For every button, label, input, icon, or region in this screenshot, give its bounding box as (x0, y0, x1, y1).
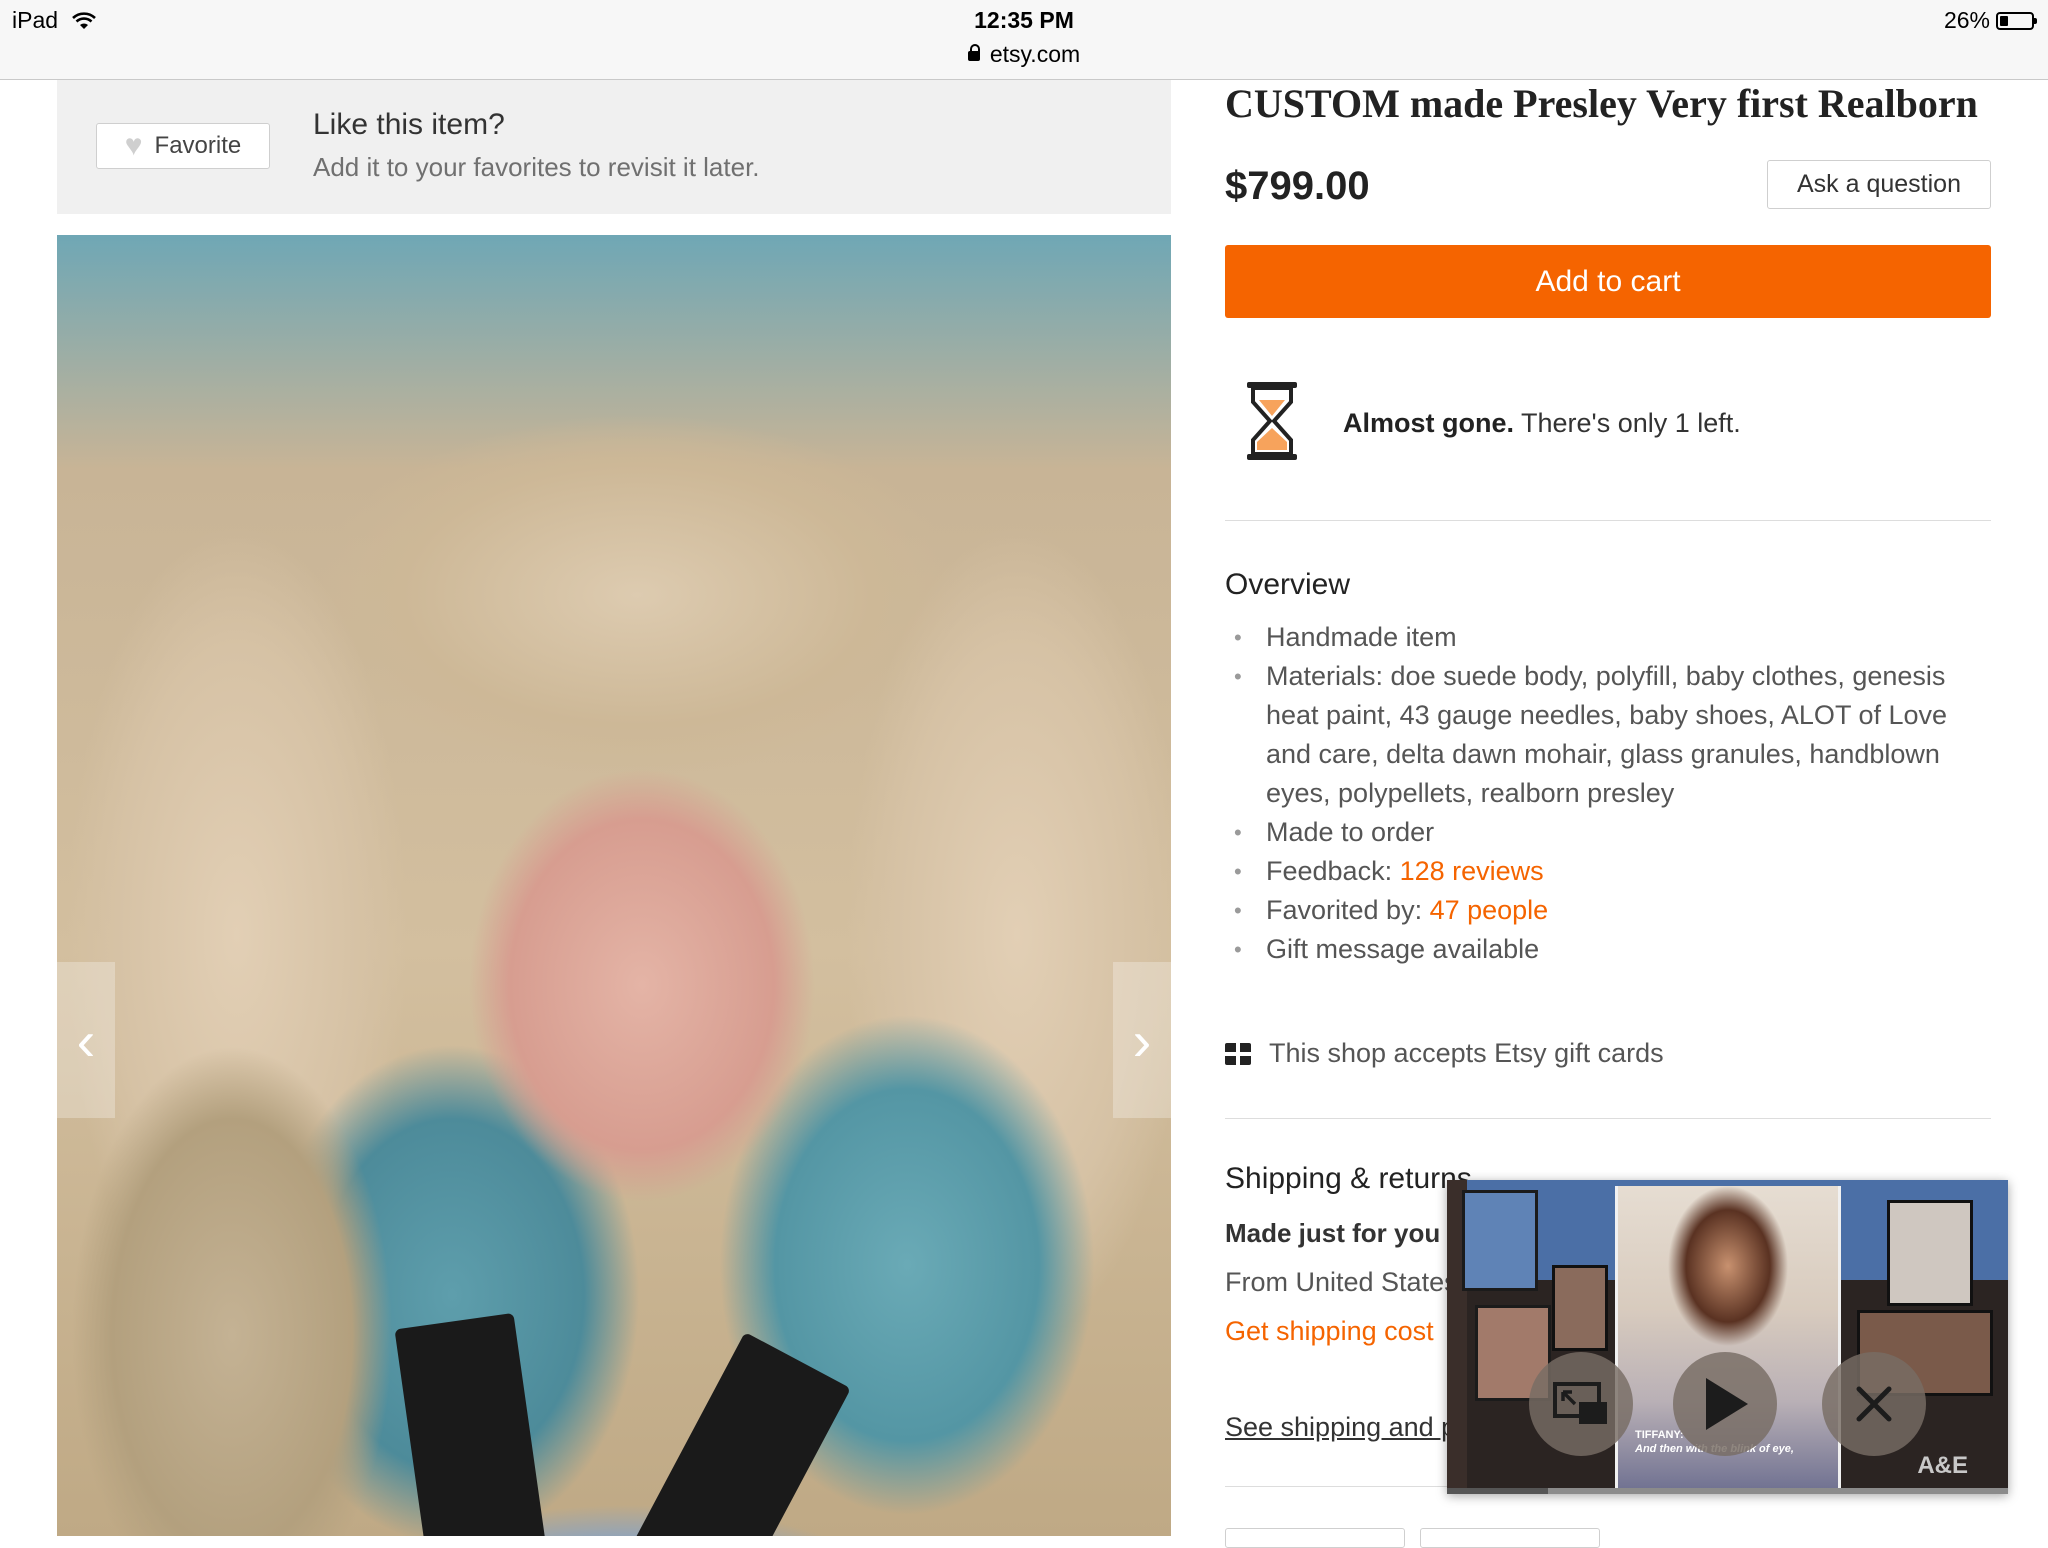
heart-icon: ♥ (124, 129, 143, 162)
list-item: Favorited by: 47 people (1225, 891, 1991, 930)
stock-notice-text: There's only 1 left. (1514, 408, 1741, 438)
shipping-origin: From United States (1225, 1267, 1458, 1297)
address-url: etsy.com (989, 41, 1081, 67)
shipping-heading: Shipping & returns (1225, 1162, 1472, 1195)
bottom-button[interactable] (1420, 1528, 1600, 1548)
add-to-cart-button[interactable]: Add to cart (1225, 245, 1991, 318)
favorite-prompt: ♥ Favorite Like this item? Add it to you… (57, 80, 1171, 214)
video-progress-fill (1447, 1488, 1548, 1494)
stock-notice: Almost gone. There's only 1 left. (1343, 408, 1741, 439)
overview-list: Handmade item Materials: doe suede body,… (1225, 618, 1991, 969)
chevron-right-icon[interactable]: › (1113, 962, 1171, 1118)
exit-pip-icon (1553, 1382, 1607, 1424)
shipping-subheading: Made just for you (1225, 1218, 1441, 1248)
photo-detail (622, 1332, 852, 1536)
status-time: 12:35 PM (974, 7, 1074, 33)
play-icon (1706, 1378, 1748, 1430)
close-button[interactable] (1822, 1352, 1926, 1456)
divider (1225, 520, 1991, 521)
favorite-prompt-subtitle: Add it to your favorites to revisit it l… (313, 152, 760, 182)
hourglass-icon (1247, 382, 1297, 460)
pip-video-player[interactable]: TIFFANY: And then with the blink of eye,… (1447, 1180, 2008, 1494)
favorited-people-link[interactable]: 47 people (1430, 895, 1549, 925)
listing-photo[interactable] (57, 235, 1171, 1536)
address-bar[interactable]: etsy.com (0, 41, 2048, 68)
listing-title: CUSTOM made Presley Very first Realborn (1225, 81, 1978, 126)
favorite-button[interactable]: ♥ Favorite (96, 123, 270, 169)
photo-detail (394, 1312, 550, 1536)
bottom-button[interactable] (1225, 1528, 1405, 1548)
chevron-left-icon[interactable]: ‹ (57, 962, 115, 1118)
gift-card-icon (1225, 1042, 1251, 1065)
list-item: Handmade item (1225, 618, 1991, 657)
ask-question-button[interactable]: Ask a question (1767, 160, 1991, 209)
list-item: Feedback: 128 reviews (1225, 852, 1991, 891)
status-right: 26% (1943, 7, 2037, 34)
lock-icon (967, 44, 980, 61)
reviews-link[interactable]: 128 reviews (1400, 856, 1544, 886)
battery-icon (1996, 11, 2037, 30)
battery-percent: 26% (1943, 7, 1990, 33)
video-progress-bar[interactable] (1447, 1488, 2008, 1494)
video-frame (1887, 1200, 1973, 1306)
overview-heading: Overview (1225, 568, 1351, 601)
favorite-button-label: Favorite (154, 132, 242, 159)
close-icon (1856, 1386, 1892, 1422)
gift-card-notice: This shop accepts Etsy gift cards (1225, 1038, 1664, 1069)
play-button[interactable] (1673, 1352, 1777, 1456)
favorited-label: Favorited by: (1266, 895, 1430, 925)
exit-pip-button[interactable] (1529, 1352, 1633, 1456)
video-frame (1462, 1190, 1538, 1291)
listing-price: $799.00 (1225, 164, 1370, 208)
stock-notice-bold: Almost gone. (1343, 408, 1515, 438)
network-logo: A&E (1917, 1452, 1968, 1479)
list-item: Made to order (1225, 813, 1991, 852)
divider (1225, 1118, 1991, 1119)
shipping-cost-link[interactable]: Get shipping cost (1225, 1316, 1434, 1347)
list-item: Gift message available (1225, 930, 1991, 969)
ios-status-bar: iPad 12:35 PM etsy.com 26% (0, 0, 2048, 80)
favorite-prompt-title: Like this item? (313, 108, 505, 141)
list-item: Materials: doe suede body, polyfill, bab… (1225, 657, 1991, 813)
gift-card-text: This shop accepts Etsy gift cards (1269, 1038, 1664, 1068)
feedback-label: Feedback: (1266, 856, 1400, 886)
video-frame (1552, 1265, 1608, 1351)
